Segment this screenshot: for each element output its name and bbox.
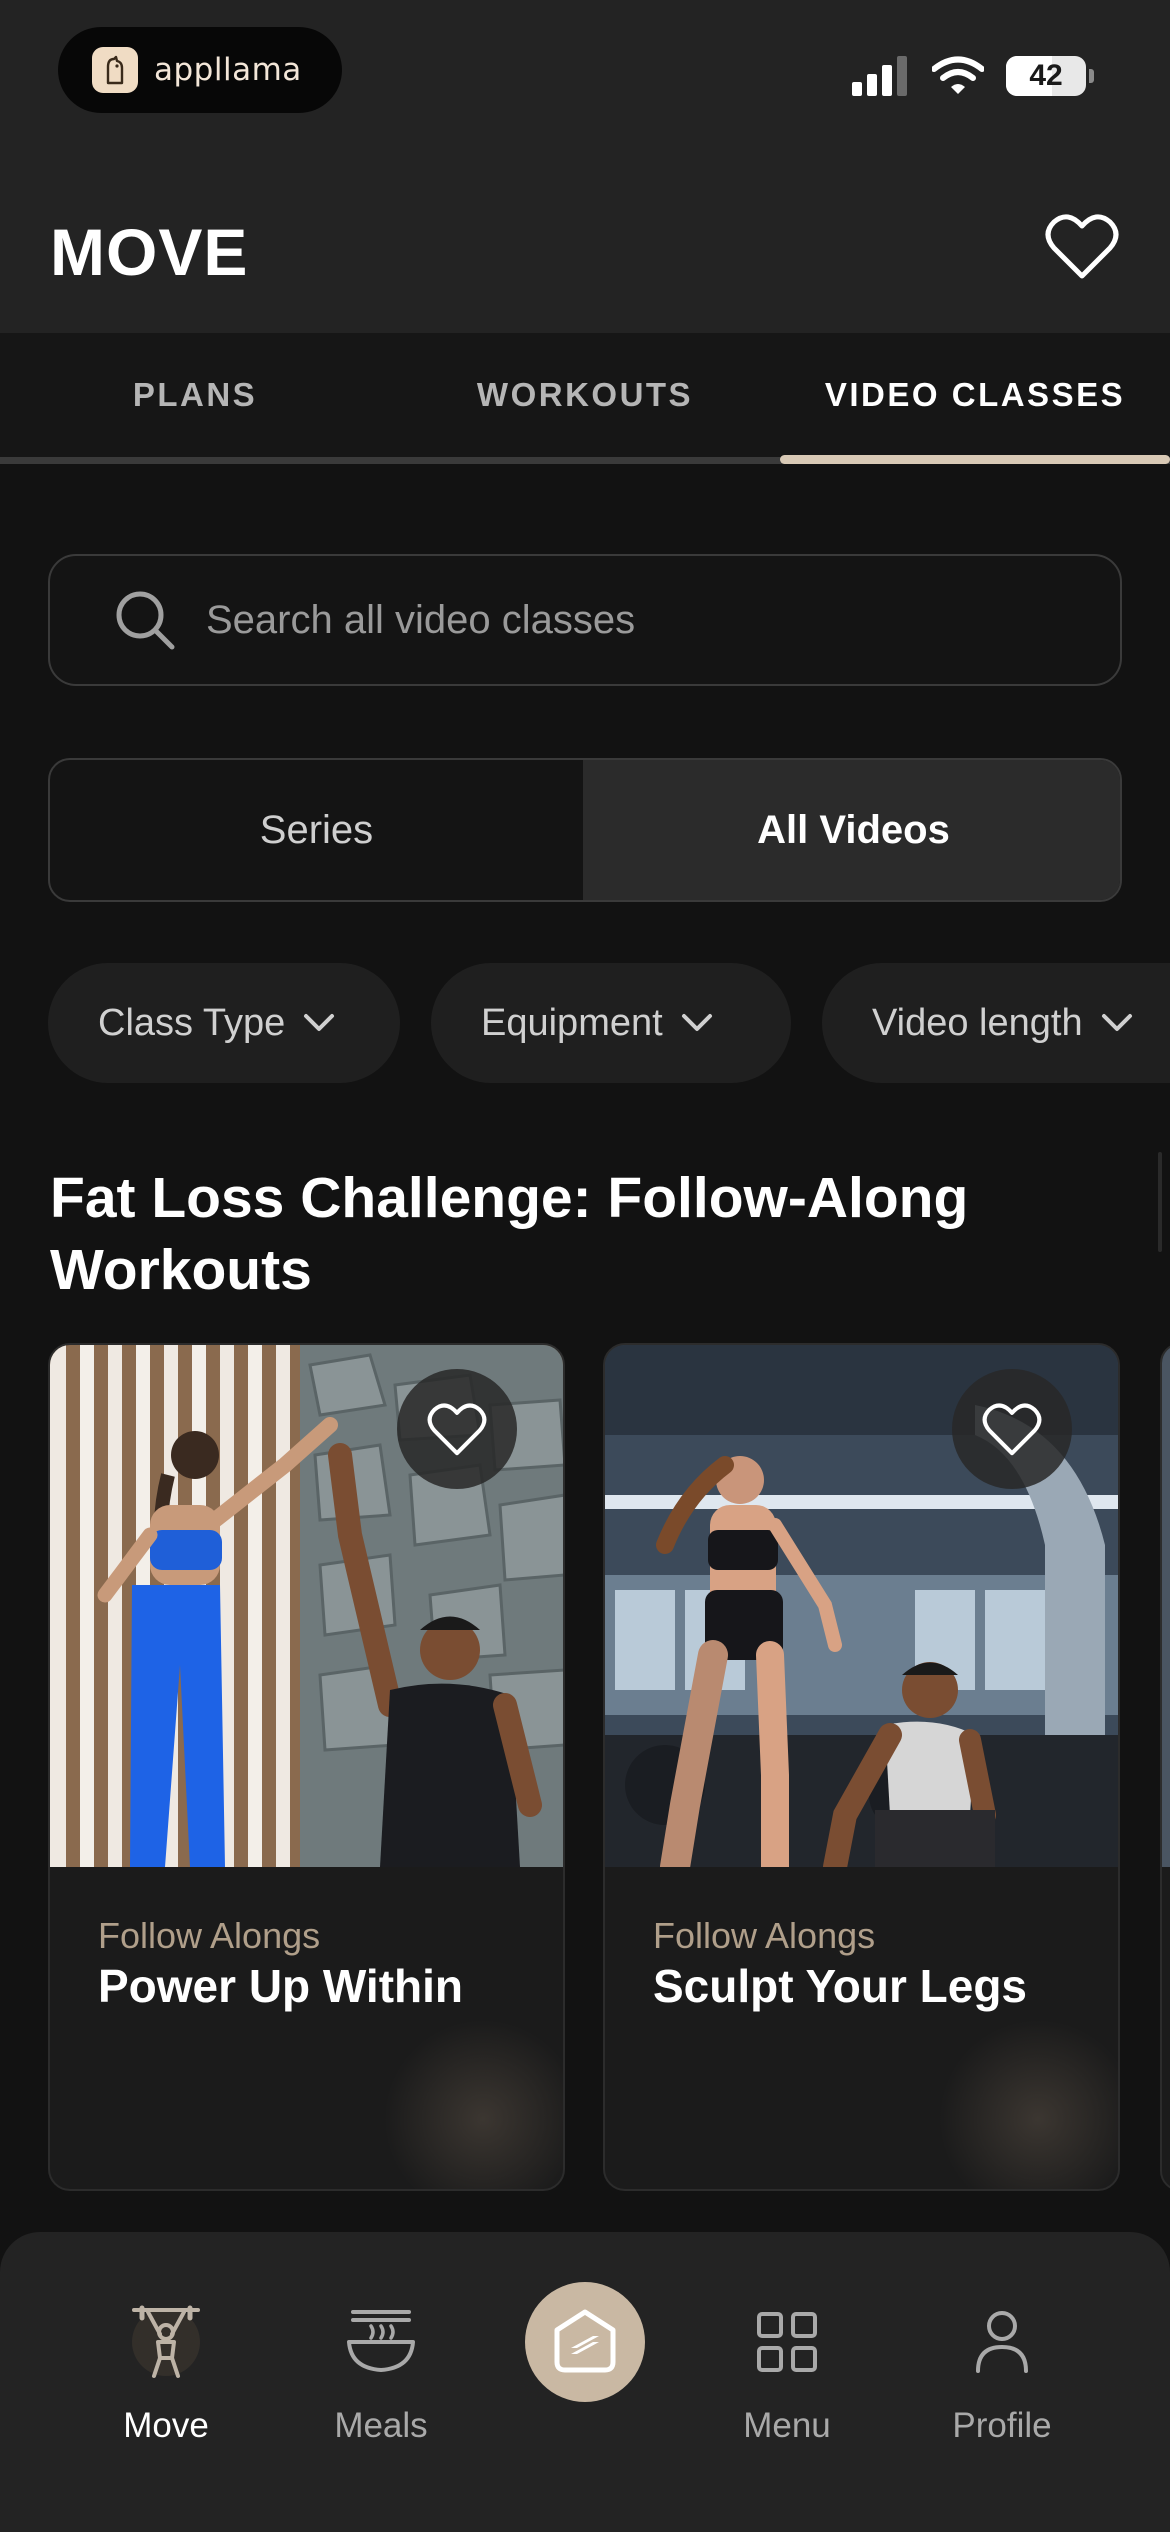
screen: appllama 42 MOVE PLANS WORKOUTS VIDEO CL… bbox=[0, 0, 1170, 2532]
nav-label: Menu bbox=[743, 2406, 831, 2445]
chevron-down-icon bbox=[1101, 1014, 1132, 1031]
heart-outline-icon bbox=[982, 1403, 1042, 1456]
search-input[interactable] bbox=[206, 597, 1086, 643]
filter-equipment[interactable]: Equipment bbox=[431, 963, 791, 1083]
section-title: Fat Loss Challenge: Follow-Along Workout… bbox=[50, 1166, 969, 1302]
weightlifter-icon bbox=[132, 2305, 200, 2378]
battery-level: 42 bbox=[1029, 59, 1063, 92]
llama-logo-icon bbox=[92, 47, 138, 93]
heart-outline-icon[interactable] bbox=[1044, 210, 1120, 282]
sweat-logo-icon bbox=[554, 2309, 616, 2373]
segment-all-videos[interactable]: All Videos bbox=[583, 760, 1120, 900]
card-category: Follow Alongs bbox=[653, 1915, 876, 1956]
battery-icon: 42 bbox=[1006, 56, 1086, 96]
segment-series[interactable]: Series bbox=[50, 760, 583, 900]
nav-move[interactable]: Move bbox=[76, 2302, 256, 2446]
status-icons: 42 bbox=[852, 52, 1094, 100]
heart-outline-icon bbox=[427, 1403, 487, 1456]
page-title: MOVE bbox=[50, 215, 249, 289]
video-card-peek[interactable] bbox=[1160, 1343, 1170, 2191]
filter-label: Class Type bbox=[98, 1001, 286, 1044]
grid-icon bbox=[757, 2312, 817, 2372]
nav-profile[interactable]: Profile bbox=[912, 2302, 1092, 2446]
bottom-nav: Move Meals Menu Profile bbox=[0, 2232, 1170, 2532]
chevron-down-icon bbox=[681, 1014, 712, 1031]
card-category: Follow Alongs bbox=[98, 1915, 321, 1956]
video-card[interactable]: Follow Alongs Sculpt Your Legs bbox=[603, 1343, 1120, 2191]
filter-class-type[interactable]: Class Type bbox=[48, 963, 400, 1083]
tab-active-indicator bbox=[780, 455, 1170, 464]
cellular-signal-icon bbox=[852, 56, 907, 96]
center-action-button[interactable] bbox=[525, 2282, 645, 2402]
app-name: appllama bbox=[154, 52, 302, 88]
favorite-button[interactable] bbox=[397, 1369, 517, 1489]
card-title: Sculpt Your Legs bbox=[653, 1960, 1028, 2012]
nav-label: Profile bbox=[952, 2406, 1052, 2445]
app-indicator[interactable]: appllama bbox=[58, 27, 342, 113]
bowl-icon bbox=[347, 2310, 415, 2372]
search-bar[interactable] bbox=[48, 554, 1122, 686]
nav-meals[interactable]: Meals bbox=[291, 2302, 471, 2446]
tab-bar: PLANS WORKOUTS VIDEO CLASSES bbox=[0, 333, 1170, 464]
card-decoration bbox=[938, 2019, 1118, 2189]
nav-menu[interactable]: Menu bbox=[697, 2302, 877, 2446]
view-segmented-control: Series All Videos bbox=[48, 758, 1122, 902]
person-icon bbox=[976, 2311, 1028, 2373]
battery-cap bbox=[1089, 69, 1094, 83]
filter-label: Video length bbox=[872, 1001, 1083, 1044]
nav-label: Move bbox=[123, 2406, 209, 2445]
tab-video-classes[interactable]: VIDEO CLASSES bbox=[780, 333, 1170, 457]
search-icon bbox=[116, 591, 175, 650]
tab-plans[interactable]: PLANS bbox=[0, 333, 390, 457]
filter-video-length[interactable]: Video length bbox=[822, 963, 1170, 1083]
tab-workouts[interactable]: WORKOUTS bbox=[390, 333, 780, 457]
favorite-button[interactable] bbox=[952, 1369, 1072, 1489]
wifi-icon bbox=[932, 56, 984, 94]
nav-label: Meals bbox=[334, 2406, 428, 2445]
video-card[interactable]: Follow Alongs Power Up Within bbox=[48, 1343, 565, 2191]
chevron-down-icon bbox=[304, 1014, 335, 1031]
header-area: appllama 42 MOVE bbox=[0, 0, 1170, 333]
filter-label: Equipment bbox=[481, 1001, 663, 1044]
card-title: Power Up Within bbox=[98, 1960, 464, 2012]
scroll-indicator bbox=[1158, 1152, 1162, 1252]
card-decoration bbox=[383, 2019, 563, 2189]
